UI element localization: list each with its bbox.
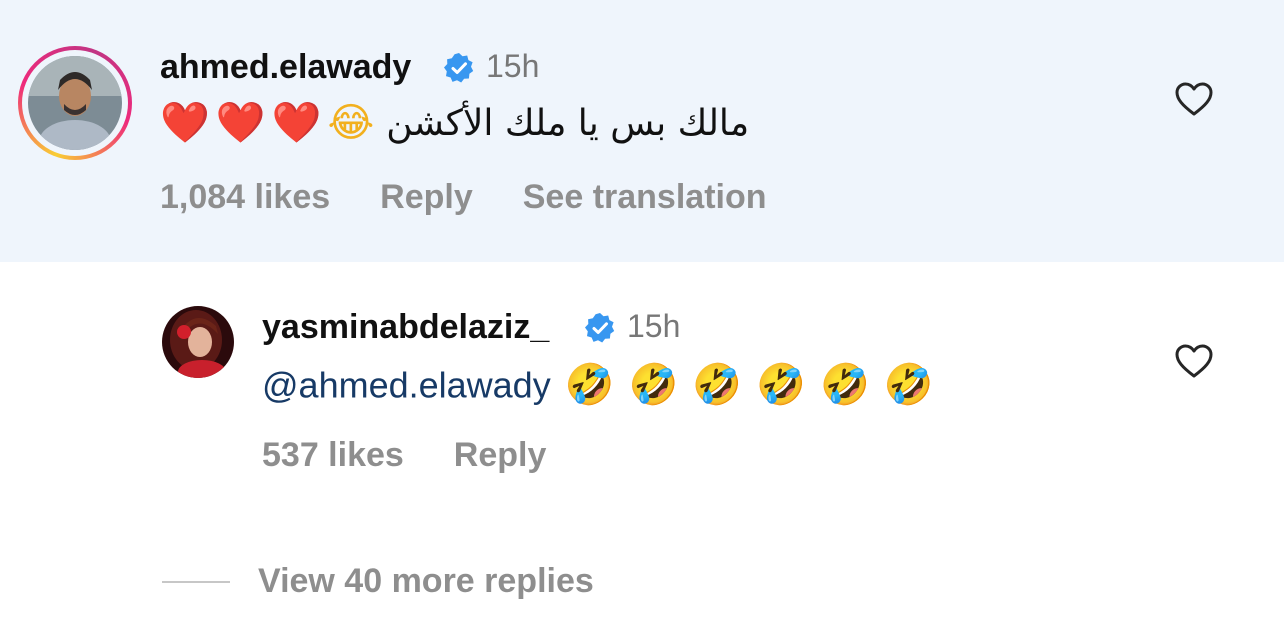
- reply-button[interactable]: Reply: [454, 436, 547, 474]
- likes-count[interactable]: 537 likes: [262, 436, 404, 474]
- username[interactable]: ahmed.elawady: [160, 48, 411, 87]
- view-more-replies-button[interactable]: View 40 more replies: [162, 562, 594, 601]
- comment-text: ❤️ ❤️ ❤️ 😂 مالك بس يا ملك الأكشن: [160, 100, 749, 144]
- verified-badge-icon: [444, 53, 474, 83]
- reply-button[interactable]: Reply: [380, 178, 473, 216]
- comment-actions: 1,084 likes Reply See translation: [160, 178, 817, 217]
- comment-text-arabic: مالك بس يا ملك الأكشن: [386, 102, 750, 144]
- divider-line: [162, 580, 230, 583]
- heart-emoji: ❤️: [215, 101, 266, 146]
- verified-badge-icon: [585, 313, 615, 343]
- avatar[interactable]: [28, 56, 122, 150]
- avatar[interactable]: [162, 306, 234, 378]
- heart-outline-icon[interactable]: [1174, 80, 1214, 120]
- comment-actions: 537 likes Reply: [262, 436, 596, 475]
- rofl-emoji: 🤣: [628, 363, 679, 408]
- heart-outline-icon[interactable]: [1174, 342, 1214, 382]
- comment-time: 15h: [627, 308, 681, 344]
- heart-emoji: ❤️: [160, 101, 210, 146]
- rofl-emoji: 🤣: [564, 363, 615, 408]
- likes-count[interactable]: 1,084 likes: [160, 178, 330, 216]
- rofl-emoji: 🤣: [756, 363, 806, 408]
- username[interactable]: yasminabdelaziz_: [262, 308, 549, 347]
- view-more-replies-label: View 40 more replies: [258, 562, 594, 600]
- rofl-emoji: 🤣: [692, 363, 743, 408]
- comment-item: ahmed.elawady 15h ❤️ ❤️ ❤️ 😂 مالك بس يا ملك …: [0, 0, 1284, 262]
- see-translation-button[interactable]: See translation: [523, 178, 767, 216]
- heart-emoji: ❤️: [271, 101, 322, 146]
- comment-text: @ahmed.elawady 🤣 🤣 🤣 🤣 🤣 🤣: [262, 362, 934, 406]
- laughing-emoji: 😂: [327, 101, 375, 146]
- comment-time: 15h: [486, 48, 540, 84]
- mention-link[interactable]: @ahmed.elawady: [262, 364, 551, 405]
- rofl-emoji: 🤣: [883, 363, 934, 408]
- rofl-emoji: 🤣: [819, 363, 870, 408]
